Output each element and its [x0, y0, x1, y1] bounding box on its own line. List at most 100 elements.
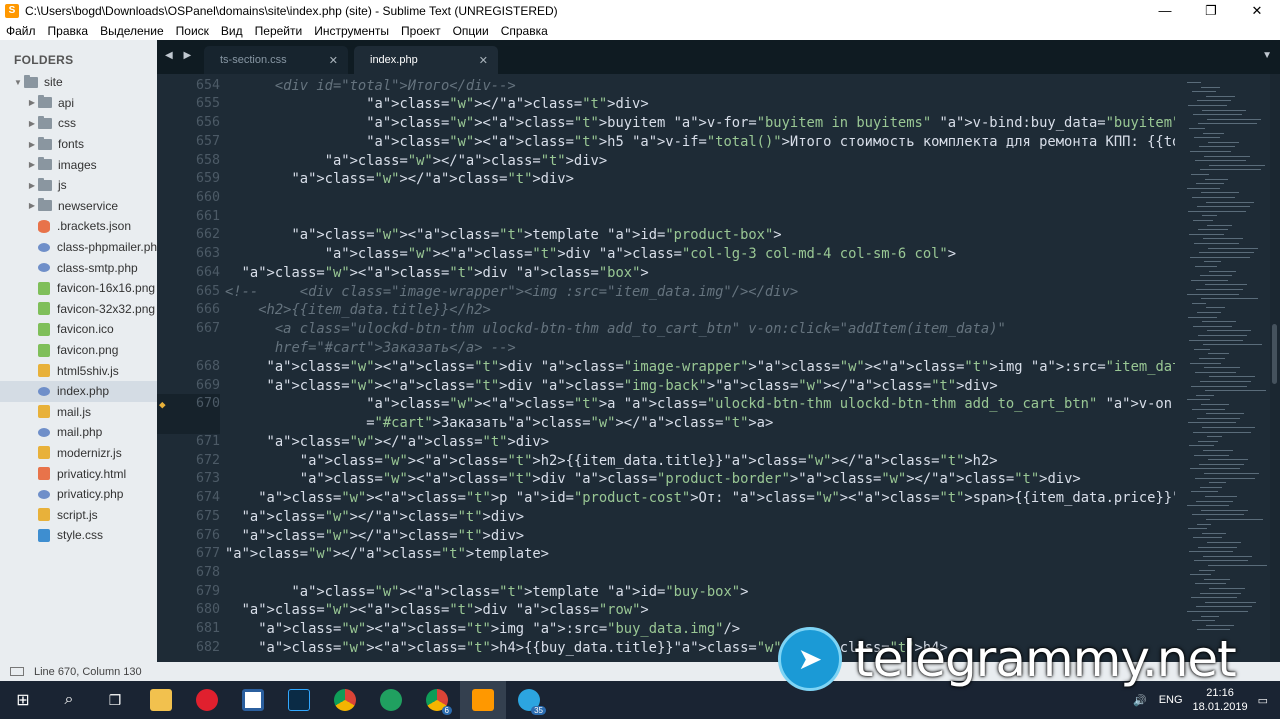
taskbar-sublime[interactable] [460, 681, 506, 719]
taskbar-chrome[interactable] [322, 681, 368, 719]
expand-icon[interactable]: ▶ [26, 98, 38, 107]
minimap-line [1205, 284, 1247, 286]
menu-item[interactable]: Файл [0, 24, 42, 38]
close-button[interactable]: ✕ [1234, 0, 1280, 21]
vertical-scrollbar[interactable] [1270, 74, 1280, 662]
sidebar-file[interactable]: favicon-16x16.png [0, 278, 157, 299]
minimap-line [1191, 174, 1209, 175]
line-number: 678 [195, 565, 220, 580]
minimap-line [1205, 178, 1228, 180]
sidebar-file[interactable]: mail.php [0, 422, 157, 443]
panel-toggle-icon[interactable] [10, 667, 24, 676]
tab-index-php[interactable]: index.php ✕ [354, 46, 498, 74]
folder-icon [38, 95, 52, 109]
expand-icon[interactable]: ▶ [26, 119, 38, 128]
minimize-button[interactable]: — [1142, 0, 1188, 21]
minimap-line [1195, 583, 1226, 585]
start-button[interactable]: ⊞ [0, 681, 46, 719]
tab-ts-section-css[interactable]: ts-section.css ✕ [204, 46, 348, 74]
file-label: class-smtp.php [57, 260, 138, 275]
notifications-icon[interactable]: ▭ [1258, 694, 1268, 707]
menu-item[interactable]: Опции [447, 24, 495, 38]
sidebar-file[interactable]: privaticy.html [0, 463, 157, 484]
expand-icon[interactable]: ▶ [26, 160, 38, 169]
minimap-line [1197, 523, 1211, 525]
taskbar-telegram[interactable]: 35 [506, 681, 552, 719]
sidebar-file[interactable]: modernizr.js [0, 443, 157, 464]
file-label: favicon-16x16.png [57, 281, 156, 296]
sidebar-folder[interactable]: ▶ newservice [0, 196, 157, 217]
file-tree: ▼ site ▶ api ▶ css ▶ fonts ▶ images ▶ js ▶ newservice… [0, 72, 157, 546]
taskbar-chrome-2[interactable]: 6 [414, 681, 460, 719]
search-icon: ⌕ [64, 691, 74, 708]
code-line: "a">class="w"><"a">class="t">div "a">cla… [241, 265, 649, 281]
sidebar-folder[interactable]: ▶ images [0, 154, 157, 175]
sidebar-file[interactable]: favicon.png [0, 340, 157, 361]
sidebar-file[interactable]: html5shiv.js [0, 360, 157, 381]
sidebar-folder[interactable]: ▶ fonts [0, 134, 157, 155]
task-view-button[interactable]: ❐ [92, 681, 138, 719]
tab-menu-icon[interactable]: ▼ [1262, 50, 1272, 61]
minimap-line [1203, 450, 1233, 451]
taskbar-opera[interactable] [184, 681, 230, 719]
sidebar-file[interactable]: privaticy.php [0, 484, 157, 505]
sidebar-file[interactable]: class-phpmailer.php [0, 237, 157, 258]
minimap-line [1202, 215, 1217, 217]
taskbar-app[interactable] [230, 681, 276, 719]
sidebar-file[interactable]: script.js [0, 504, 157, 525]
taskbar-photoshop[interactable] [276, 681, 322, 719]
minimap-line [1209, 270, 1236, 272]
minimap-line [1187, 293, 1239, 295]
line-number: 682 [195, 640, 220, 655]
minimap-line [1203, 555, 1252, 557]
code-line: "a">class="w"></"a">class="t">div> [366, 96, 649, 112]
sidebar-file[interactable]: style.css [0, 525, 157, 546]
tab-nav-arrows[interactable]: ◀ ▶ [165, 50, 195, 61]
menu-item[interactable]: Вид [215, 24, 249, 38]
minimap-line [1196, 183, 1224, 185]
maximize-button[interactable]: ❐ [1188, 0, 1234, 21]
code-editor[interactable]: ◆ 654 <div id="total">Итого</div--> 655 "… [157, 74, 1272, 662]
minimap-line [1206, 413, 1244, 415]
menu-item[interactable]: Правка [42, 24, 95, 38]
menu-item[interactable]: Справка [495, 24, 554, 38]
minimap-line [1193, 114, 1242, 116]
minimap-line [1201, 509, 1248, 511]
minimap-line [1206, 201, 1254, 203]
minimap[interactable] [1175, 74, 1270, 662]
sidebar-folder[interactable]: ▶ js [0, 175, 157, 196]
expand-icon[interactable]: ▶ [26, 201, 38, 210]
expand-icon[interactable]: ▼ [12, 78, 24, 87]
search-button[interactable]: ⌕ [46, 681, 92, 719]
menu-item[interactable]: Перейти [249, 24, 309, 38]
php-file-icon [38, 263, 50, 273]
expand-icon[interactable]: ▶ [26, 140, 38, 149]
expand-icon[interactable]: ▶ [26, 181, 38, 190]
menu-bar: Файл Правка Выделение Поиск Вид Перейти Инстру… [0, 21, 1280, 40]
close-icon[interactable]: ✕ [329, 54, 338, 67]
sidebar-folder[interactable]: ▶ api [0, 93, 157, 114]
taskbar-s-app[interactable] [368, 681, 414, 719]
sidebar-file[interactable]: mail.js [0, 402, 157, 423]
sidebar-file[interactable]: index.php [0, 380, 157, 402]
sidebar-file[interactable]: .brackets.json [0, 216, 157, 237]
menu-item[interactable]: Инструменты [308, 24, 395, 38]
sidebar-file[interactable]: favicon-32x32.png [0, 299, 157, 320]
sidebar-file[interactable]: favicon.ico [0, 319, 157, 340]
menu-item[interactable]: Выделение [94, 24, 170, 38]
sidebar-item-root[interactable]: ▼ site [0, 72, 157, 93]
close-icon[interactable]: ✕ [479, 54, 488, 67]
menu-item[interactable]: Проект [395, 24, 447, 38]
sidebar-folder[interactable]: ▶ css [0, 113, 157, 134]
minimap-line [1208, 247, 1258, 249]
minimap-line [1190, 256, 1250, 258]
code-line: "a">class="w"></"a">class="t">div> [266, 434, 550, 450]
taskbar-explorer[interactable] [138, 681, 184, 719]
sidebar-file[interactable]: class-smtp.php [0, 257, 157, 278]
language-indicator[interactable]: ENG [1159, 694, 1183, 706]
folders-header: FOLDERS [14, 53, 74, 67]
minimap-line [1192, 408, 1225, 410]
scroll-thumb[interactable] [1272, 324, 1277, 384]
speaker-icon[interactable]: 🔊 [1133, 694, 1147, 707]
menu-item[interactable]: Поиск [170, 24, 215, 38]
